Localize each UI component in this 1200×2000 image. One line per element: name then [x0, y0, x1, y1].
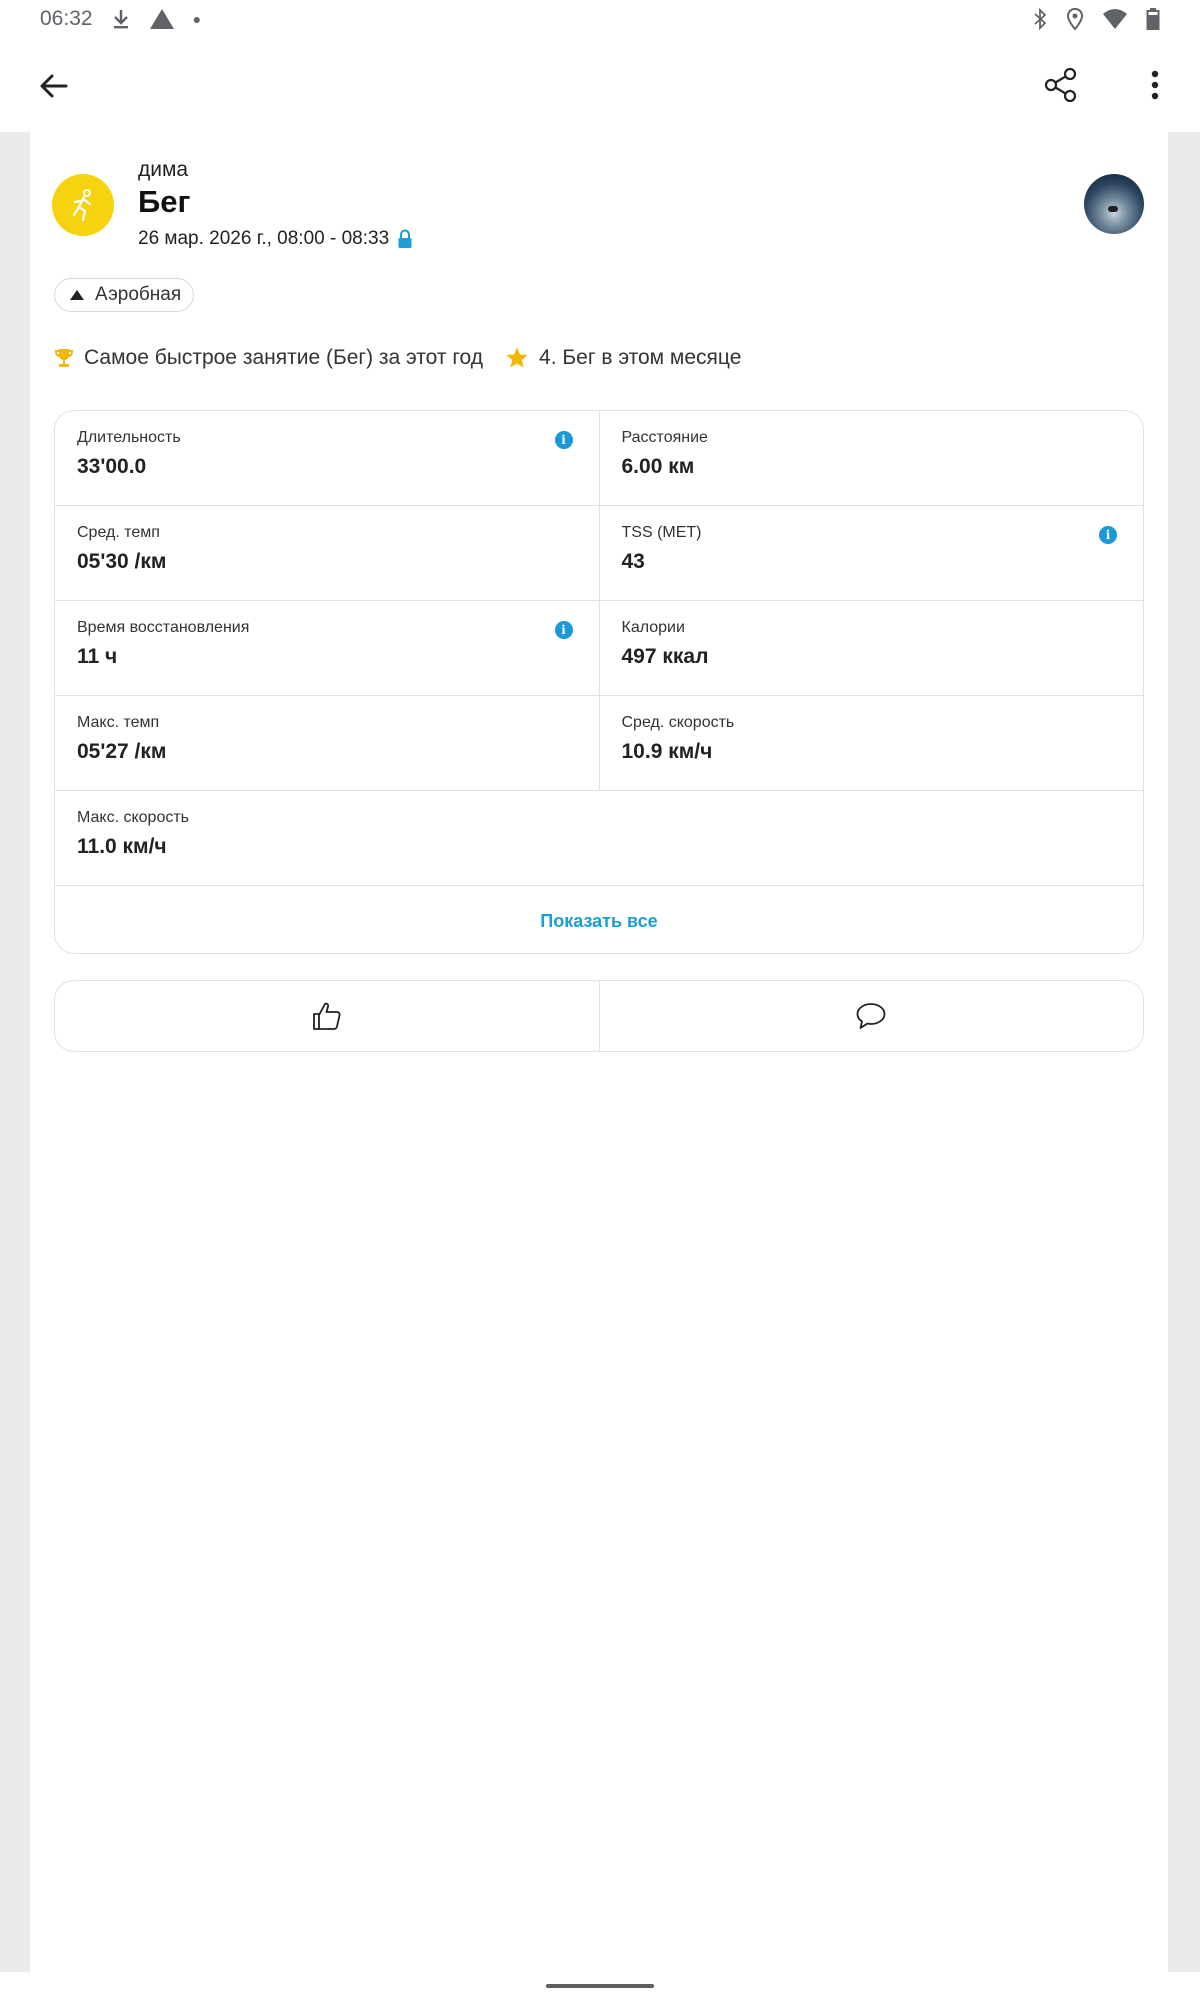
warning-icon — [149, 9, 174, 29]
star-icon — [506, 347, 528, 368]
download-icon — [113, 10, 128, 29]
activity-title: Бег — [138, 184, 191, 219]
stat-value: 11 ч — [77, 645, 118, 668]
lock-icon[interactable] — [397, 229, 413, 249]
activity-date-row: 26 мар. 2026 г., 08:00 - 08:33 — [138, 228, 413, 250]
comment-icon — [856, 1003, 886, 1029]
stat-label: Расстояние — [621, 429, 708, 446]
info-icon[interactable]: i — [554, 621, 573, 639]
notification-dot-icon: ● — [192, 11, 202, 27]
home-indicator[interactable] — [546, 1984, 654, 1988]
stat-label: Сред. темп — [77, 524, 160, 541]
battery-icon — [1146, 8, 1160, 30]
stats-row: Время восстановления 11 ч i Калории 497 … — [55, 601, 1143, 696]
stats-table: Длительность 33'00.0 i Расстояние 6.00 к… — [54, 410, 1144, 954]
achievement-fastest: Самое быстрое занятие (Бег) за этот год — [84, 346, 484, 369]
activity-card: дима Бег 26 мар. 2026 г., 08:00 - 08:33 … — [30, 132, 1168, 1972]
user-name[interactable]: дима — [138, 158, 188, 182]
stat-label: TSS (MET) — [621, 524, 702, 541]
stat-avg-pace: Сред. темп 05'30 /км — [55, 506, 599, 600]
wifi-icon — [1103, 9, 1127, 29]
stat-label: Время восстановления — [77, 619, 250, 636]
running-person-icon — [72, 189, 92, 222]
stat-label: Макс. темп — [77, 714, 160, 731]
status-right — [1032, 8, 1160, 30]
social-actions — [54, 980, 1144, 1052]
show-all-button[interactable]: Показать все — [55, 886, 1143, 953]
thumbs-up-icon — [312, 1002, 341, 1030]
stat-label: Макс. скорость — [77, 809, 190, 826]
stats-row: Макс. темп 05'27 /км Сред. скорость 10.9… — [55, 696, 1143, 791]
comment-button[interactable] — [598, 981, 1144, 1051]
stat-label: Длительность — [77, 429, 181, 446]
stat-value: 33'00.0 — [77, 455, 147, 478]
intensity-label: Аэробная — [95, 284, 182, 305]
stat-value: 05'30 /км — [77, 550, 167, 573]
stats-row: Макс. скорость 11.0 км/ч — [55, 791, 1143, 886]
stat-max-pace: Макс. темп 05'27 /км — [55, 696, 599, 790]
stat-calories: Калории 497 ккал — [598, 601, 1144, 695]
stat-value: 497 ккал — [621, 645, 709, 668]
stats-row: Длительность 33'00.0 i Расстояние 6.00 к… — [55, 411, 1143, 506]
info-icon[interactable]: i — [1099, 526, 1117, 544]
stat-tss: TSS (MET) 43 i — [598, 506, 1144, 600]
top-app-bar — [0, 38, 1200, 132]
intensity-chip[interactable]: Аэробная — [54, 278, 195, 312]
running-activity-icon — [52, 174, 114, 236]
avatar[interactable] — [1084, 174, 1144, 234]
more-vert-icon[interactable] — [1140, 66, 1170, 104]
like-button[interactable] — [55, 981, 599, 1051]
back-arrow-icon[interactable] — [36, 68, 72, 104]
stat-label: Сред. скорость — [621, 714, 735, 731]
stat-value: 05'27 /км — [77, 740, 167, 763]
trophy-icon — [54, 349, 74, 367]
status-time: 06:32 — [40, 7, 93, 30]
status-bar: 06:32 ● — [0, 0, 1200, 38]
location-icon — [1066, 8, 1084, 30]
stat-duration: Длительность 33'00.0 i — [55, 411, 599, 505]
stats-row: Сред. темп 05'30 /км TSS (MET) 43 i — [55, 506, 1143, 601]
triangle-up-icon — [70, 290, 84, 300]
bluetooth-icon — [1034, 8, 1047, 30]
stat-value: 11.0 км/ч — [77, 835, 167, 858]
info-icon[interactable]: i — [554, 431, 573, 449]
stat-value: 6.00 км — [621, 455, 695, 478]
stat-label: Калории — [621, 619, 685, 636]
achievement-month: 4. Бег в этом месяце — [539, 346, 742, 369]
stat-value: 10.9 км/ч — [621, 740, 713, 763]
stat-recovery-time: Время восстановления 11 ч i — [55, 601, 599, 695]
share-icon[interactable] — [1042, 66, 1080, 104]
stat-value: 43 — [621, 550, 645, 573]
stat-max-speed: Макс. скорость 11.0 км/ч — [55, 791, 1143, 885]
stat-avg-speed: Сред. скорость 10.9 км/ч — [598, 696, 1144, 790]
achievements-row: Самое быстрое занятие (Бег) за этот год … — [54, 346, 741, 370]
stat-distance: Расстояние 6.00 км — [598, 411, 1144, 505]
status-left: 06:32 ● — [40, 7, 201, 31]
activity-date: 26 мар. 2026 г., 08:00 - 08:33 — [138, 228, 390, 249]
